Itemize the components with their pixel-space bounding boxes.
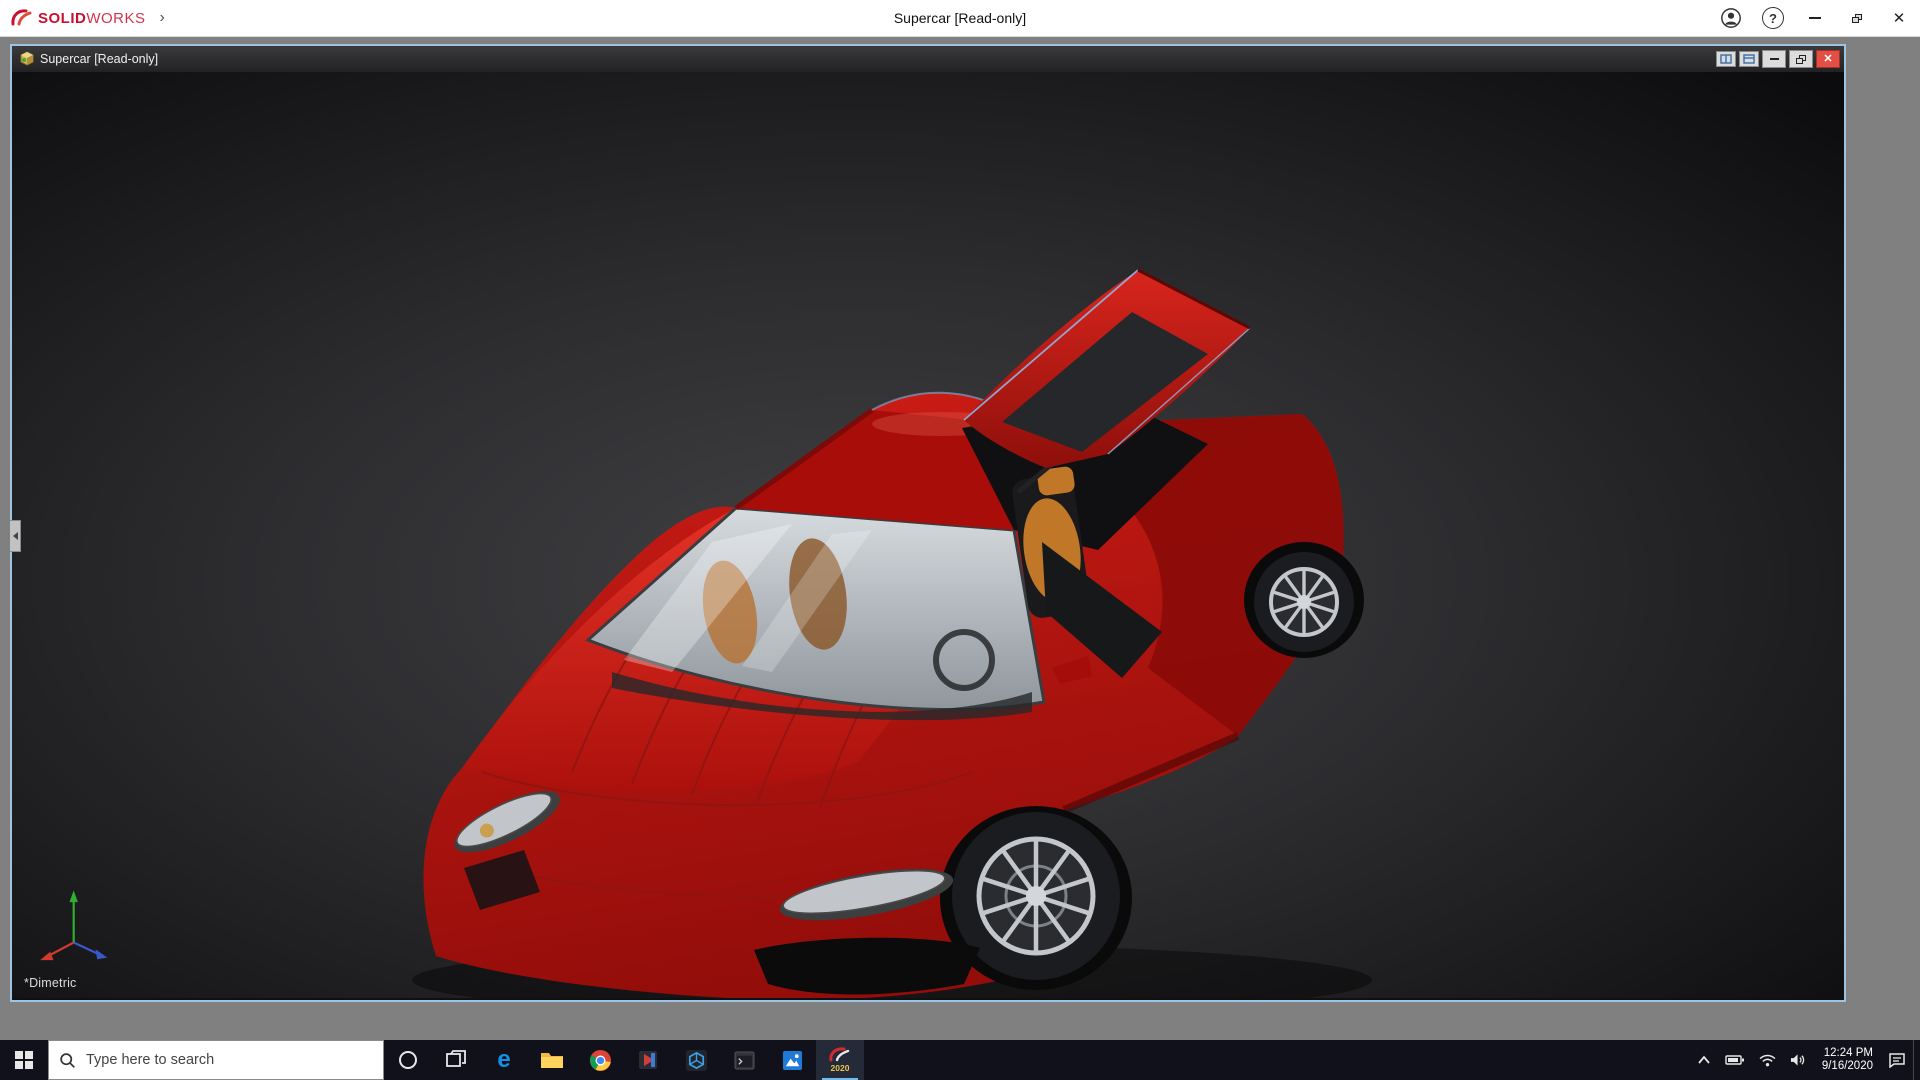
new-window-icon	[1743, 54, 1755, 64]
chrome-icon[interactable]	[576, 1040, 624, 1080]
edge-icon[interactable]: e	[480, 1040, 528, 1080]
action-center-button[interactable]	[1881, 1040, 1913, 1080]
doc-split-view-button[interactable]	[1716, 51, 1736, 67]
brand-text: SOLIDWORKS	[38, 10, 146, 27]
file-explorer-icon[interactable]	[528, 1040, 576, 1080]
hidden-icons-button[interactable]	[1690, 1040, 1718, 1080]
volume-icon[interactable]	[1783, 1040, 1814, 1080]
hexagon-model-icon	[686, 1050, 707, 1071]
search-input[interactable]	[84, 1051, 373, 1069]
collapsed-panel-handle[interactable]	[10, 520, 21, 552]
clock-time: 12:24 PM	[1822, 1047, 1873, 1060]
edrawings-icon[interactable]	[672, 1040, 720, 1080]
folder-icon	[540, 1050, 564, 1070]
supercar-model[interactable]	[12, 72, 1844, 998]
restore-button[interactable]	[1836, 0, 1878, 36]
account-icon[interactable]	[1710, 0, 1752, 36]
taskbar: e	[0, 1040, 1920, 1080]
y-axis-arrow	[69, 890, 77, 902]
document-window-controls: ✕	[1716, 50, 1840, 68]
wifi-glyph-icon	[1759, 1054, 1776, 1067]
solidworks-app-icon	[828, 1047, 852, 1063]
task-view-button[interactable]	[432, 1040, 480, 1080]
taskbar-clock[interactable]: 12:24 PM 9/16/2020	[1814, 1047, 1881, 1073]
photos-icon	[782, 1050, 803, 1071]
solidworks-taskbar-icon[interactable]: 2020	[816, 1040, 864, 1080]
doc-restore-button[interactable]	[1789, 50, 1813, 68]
part-document-icon	[19, 51, 35, 67]
windows-logo-icon	[15, 1051, 33, 1069]
close-button[interactable]: ✕	[1878, 0, 1920, 36]
media-icon	[638, 1050, 658, 1070]
3d-viewport[interactable]: *Dimetric	[12, 72, 1844, 998]
orientation-triad	[26, 882, 118, 966]
document-window: Supercar [Read-only] ✕	[10, 44, 1846, 1002]
rear-wheel	[1244, 542, 1364, 658]
x-axis-arrow	[40, 952, 53, 960]
app-window-controls: ? ✕	[1710, 0, 1920, 36]
document-titlebar[interactable]: Supercar [Read-only] ✕	[12, 46, 1844, 72]
console-app-icon[interactable]	[720, 1040, 768, 1080]
split-view-icon	[1720, 54, 1732, 64]
doc-new-window-button[interactable]	[1739, 51, 1759, 67]
front-grille	[754, 938, 980, 995]
chevron-up-icon	[1697, 1055, 1711, 1065]
app-titlebar: SOLIDWORKS › Supercar [Read-only] ? ✕	[0, 0, 1920, 37]
photos-app-icon[interactable]	[768, 1040, 816, 1080]
system-tray: 12:24 PM 9/16/2020	[1690, 1040, 1920, 1080]
chrome-logo-icon	[589, 1049, 612, 1072]
media-app-icon[interactable]	[624, 1040, 672, 1080]
z-axis-arrow	[96, 949, 108, 959]
speaker-glyph-icon	[1790, 1053, 1807, 1067]
restore-icon	[1852, 14, 1862, 23]
start-button[interactable]	[0, 1040, 48, 1080]
console-window-icon	[734, 1051, 755, 1070]
app-title: Supercar [Read-only]	[0, 10, 1920, 26]
cortana-icon	[397, 1049, 419, 1071]
solidworks-logo: SOLIDWORKS	[0, 8, 146, 28]
doc-restore-icon	[1796, 55, 1806, 64]
view-orientation-label: *Dimetric	[24, 976, 77, 990]
cortana-button[interactable]	[384, 1040, 432, 1080]
taskbar-search[interactable]	[48, 1040, 384, 1080]
battery-icon[interactable]	[1718, 1040, 1752, 1080]
person-icon	[1720, 7, 1742, 29]
task-view-icon	[446, 1050, 466, 1070]
action-center-icon	[1888, 1052, 1906, 1068]
network-icon[interactable]	[1752, 1040, 1783, 1080]
chevron-left-icon	[13, 532, 18, 540]
doc-minimize-button[interactable]	[1762, 50, 1786, 68]
doc-close-button[interactable]: ✕	[1816, 50, 1840, 68]
menu-expand-icon[interactable]: ›	[160, 10, 165, 26]
battery-glyph-icon	[1725, 1054, 1745, 1066]
document-title: Supercar [Read-only]	[40, 52, 158, 66]
help-icon[interactable]: ?	[1752, 0, 1794, 36]
solidworks-logo-icon	[10, 8, 34, 28]
search-icon	[59, 1052, 76, 1069]
solidworks-version-badge: 2020	[831, 1064, 850, 1073]
show-desktop-button[interactable]	[1913, 1040, 1920, 1080]
minimize-button[interactable]	[1794, 0, 1836, 36]
clock-date: 9/16/2020	[1822, 1060, 1873, 1073]
